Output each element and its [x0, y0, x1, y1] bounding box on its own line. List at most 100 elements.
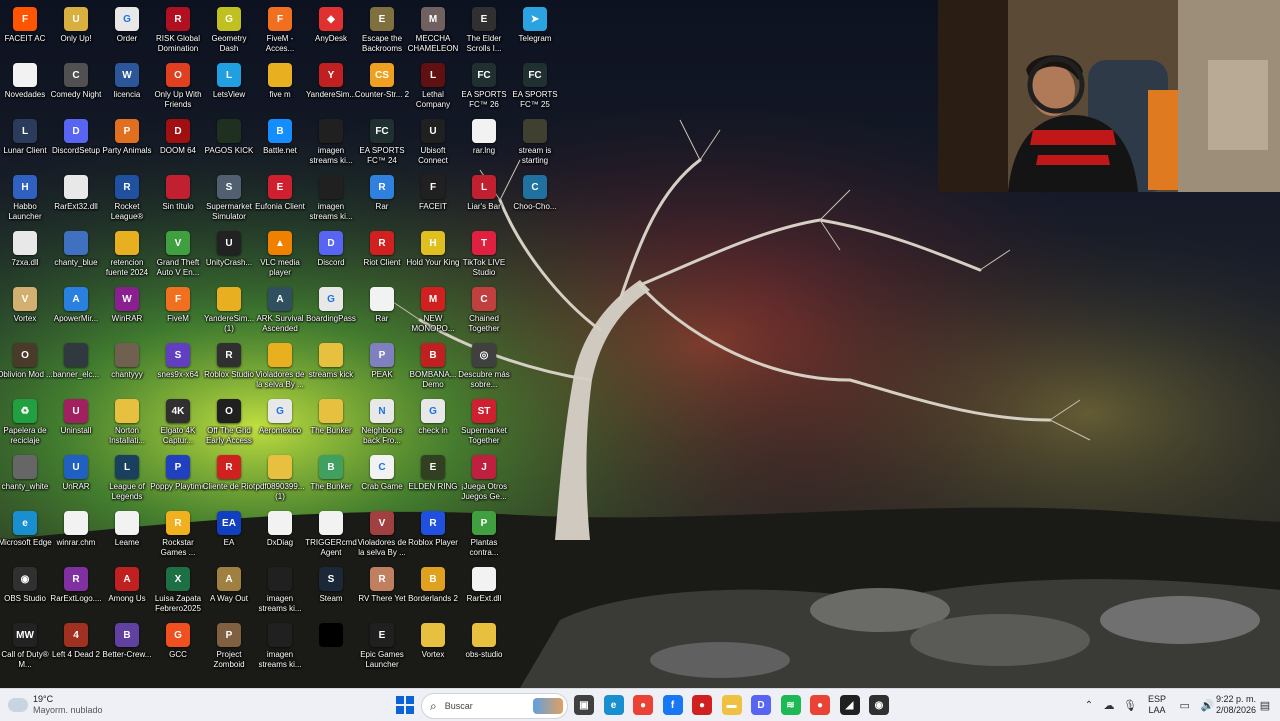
desktop-icon[interactable]: G Aeroméxico: [254, 394, 306, 450]
desktop-icon[interactable]: obs-studio: [458, 618, 510, 674]
notifications-button[interactable]: ▤: [1258, 693, 1272, 717]
desktop-icon[interactable]: U UnityCrash...: [203, 226, 255, 282]
desktop-icon[interactable]: e Microsoft Edge: [0, 506, 52, 562]
desktop-icon[interactable]: U Uninstall: [50, 394, 102, 450]
desktop-icon[interactable]: W WinRAR: [101, 282, 153, 338]
desktop-icon[interactable]: L League of Legends: [101, 450, 153, 506]
desktop-icon[interactable]: R Roblox Player: [407, 506, 459, 562]
desktop-icon[interactable]: RarExt.dll: [458, 562, 510, 618]
desktop-icon[interactable]: C Chained Together: [458, 282, 510, 338]
desktop-icon[interactable]: Sin título: [152, 170, 204, 226]
desktop-icon[interactable]: B Borderlands 2: [407, 562, 459, 618]
desktop-icon[interactable]: TRIGGERcmd Agent: [305, 506, 357, 562]
desktop-icon[interactable]: V Grand Theft Auto V En...: [152, 226, 204, 282]
desktop-icon[interactable]: V Vortex: [0, 282, 51, 338]
desktop-icon[interactable]: O Only Up With Friends: [152, 58, 204, 114]
desktop-icon[interactable]: Violadores de la selva By ...: [254, 338, 306, 394]
desktop-icon[interactable]: F FACEIT: [407, 170, 459, 226]
desktop-icon[interactable]: 4 Left 4 Dead 2: [50, 618, 102, 674]
clock[interactable]: 9:22 p. m. 2/08/2026: [1208, 693, 1256, 717]
microphone-icon[interactable]: 🎙: [1122, 693, 1138, 717]
desktop-icon[interactable]: C Choo-Cho...: [509, 170, 561, 226]
desktop-icon[interactable]: imagen streams ki...: [254, 618, 306, 674]
desktop-icon[interactable]: Novedades: [0, 58, 51, 114]
desktop-icon[interactable]: The Bunker: [305, 394, 357, 450]
desktop-icon[interactable]: ST Supermarket Together: [458, 394, 510, 450]
desktop-icon[interactable]: A Among Us: [101, 562, 153, 618]
desktop-icon[interactable]: D DiscordSetup: [50, 114, 102, 170]
desktop-icon[interactable]: L Lethal Company: [407, 58, 459, 114]
desktop-icon[interactable]: ◎ Descubre más sobre...: [458, 338, 510, 394]
desktop-icon[interactable]: 7zxa.dll: [0, 226, 51, 282]
desktop-icon[interactable]: Leame: [101, 506, 153, 562]
desktop-icon[interactable]: E Escape the Backrooms: [356, 2, 408, 58]
desktop-icon[interactable]: five m: [254, 58, 306, 114]
taskbar-app-button[interactable]: D: [749, 693, 773, 717]
language-indicator[interactable]: ESP LAA: [1146, 693, 1168, 717]
desktop-icon[interactable]: G Geometry Dash: [203, 2, 255, 58]
desktop-icon[interactable]: T TikTok LIVE Studio: [458, 226, 510, 282]
desktop-icon[interactable]: G GCC: [152, 618, 204, 674]
desktop-icon[interactable]: R Rar: [356, 170, 408, 226]
desktop-icon[interactable]: L Liar's Bar: [458, 170, 510, 226]
taskbar-app-button[interactable]: ●: [808, 693, 832, 717]
desktop-icon[interactable]: chanty_white: [0, 450, 51, 506]
desktop-icon[interactable]: P Project Zomboid: [203, 618, 255, 674]
desktop-icon[interactable]: L Lunar Client: [0, 114, 51, 170]
desktop-icon[interactable]: imagen streams ki...: [305, 114, 357, 170]
desktop-icon[interactable]: A ARK Survival Ascended: [254, 282, 306, 338]
desktop-icon[interactable]: DxDiag: [254, 506, 306, 562]
desktop-icon[interactable]: 4K Elgato 4K Captur...: [152, 394, 204, 450]
desktop-icon[interactable]: YandereSim... (1): [203, 282, 255, 338]
desktop-icon[interactable]: FC EA SPORTS FC™ 24: [356, 114, 408, 170]
desktop-icon[interactable]: E Epic Games Launcher: [356, 618, 408, 674]
taskbar-app-button[interactable]: ▬: [720, 693, 744, 717]
desktop-icon[interactable]: imagen streams ki...: [305, 170, 357, 226]
desktop-icon[interactable]: S Steam: [305, 562, 357, 618]
desktop-icon[interactable]: CS Counter-Str... 2: [355, 58, 409, 114]
taskbar-app-button[interactable]: ●: [690, 693, 714, 717]
desktop-icon[interactable]: H Habbo Launcher: [0, 170, 51, 226]
desktop-icon[interactable]: J ¡Juega Otros Juegos Ge...: [458, 450, 510, 506]
desktop-icon[interactable]: E The Elder Scrolls I...: [458, 2, 510, 58]
desktop-icon[interactable]: U Only Up!: [50, 2, 102, 58]
desktop-icon[interactable]: MW Call of Duty® M...: [0, 618, 51, 674]
desktop-icon[interactable]: O Oblivion Mod ...: [0, 338, 53, 394]
desktop-icon[interactable]: H Hold Your King: [407, 226, 459, 282]
desktop-icon[interactable]: streams kick: [305, 338, 357, 394]
desktop-icon[interactable]: B BOMBANA... Demo: [407, 338, 459, 394]
desktop-icon[interactable]: rar.lng: [458, 114, 510, 170]
desktop-icon[interactable]: ♻ Papelera de reciclaje: [0, 394, 51, 450]
desktop-icon[interactable]: banner_elc...: [50, 338, 102, 394]
desktop-icon[interactable]: winrar.chm: [50, 506, 102, 562]
desktop-icon[interactable]: X Luisa Zapata Febrero2025: [152, 562, 204, 618]
desktop-icon[interactable]: EA EA: [203, 506, 255, 562]
desktop-icon[interactable]: pdf0890399... (1): [254, 450, 306, 506]
desktop-icon[interactable]: chantyyy: [101, 338, 153, 394]
desktop-icon[interactable]: G BoardingPass: [305, 282, 357, 338]
desktop-icon[interactable]: C Crab Game: [356, 450, 408, 506]
desktop-icon[interactable]: Norton Installati...: [101, 394, 153, 450]
desktop-icon[interactable]: P Plantas contra...: [458, 506, 510, 562]
desktop-icon[interactable]: RarExt32.dll: [50, 170, 102, 226]
desktop-icon[interactable]: R RISK Global Domination: [152, 2, 204, 58]
desktop-icon[interactable]: D DOOM 64: [152, 114, 204, 170]
desktop-icon[interactable]: retencion fuente 2024: [101, 226, 153, 282]
onedrive-icon[interactable]: ☁: [1101, 693, 1117, 717]
desktop-icon[interactable]: imagen streams ki...: [254, 562, 306, 618]
taskbar-app-button[interactable]: e: [602, 693, 626, 717]
desktop-icon[interactable]: L LetsView: [203, 58, 255, 114]
desktop-icon[interactable]: R RarExtLogo....: [50, 562, 102, 618]
desktop-icon[interactable]: P Party Animals: [101, 114, 153, 170]
taskbar-app-button[interactable]: f: [661, 693, 685, 717]
desktop-icon[interactable]: R Roblox Studio: [203, 338, 255, 394]
desktop-icon[interactable]: R Rockstar Games ...: [152, 506, 204, 562]
desktop-icon[interactable]: M MECCHA CHAMELEON: [407, 2, 459, 58]
desktop-icon[interactable]: [305, 618, 357, 674]
desktop-icon[interactable]: V Violadores de la selva By ...: [356, 506, 408, 562]
taskbar-app-button[interactable]: ◉: [867, 693, 891, 717]
desktop-icon[interactable]: B Battle.net: [254, 114, 306, 170]
desktop-icon[interactable]: U Ubisoft Connect: [407, 114, 459, 170]
desktop-icon[interactable]: N Neighbours back Fro...: [356, 394, 408, 450]
desktop-icon[interactable]: Ssnes9x-x64: [152, 338, 204, 394]
